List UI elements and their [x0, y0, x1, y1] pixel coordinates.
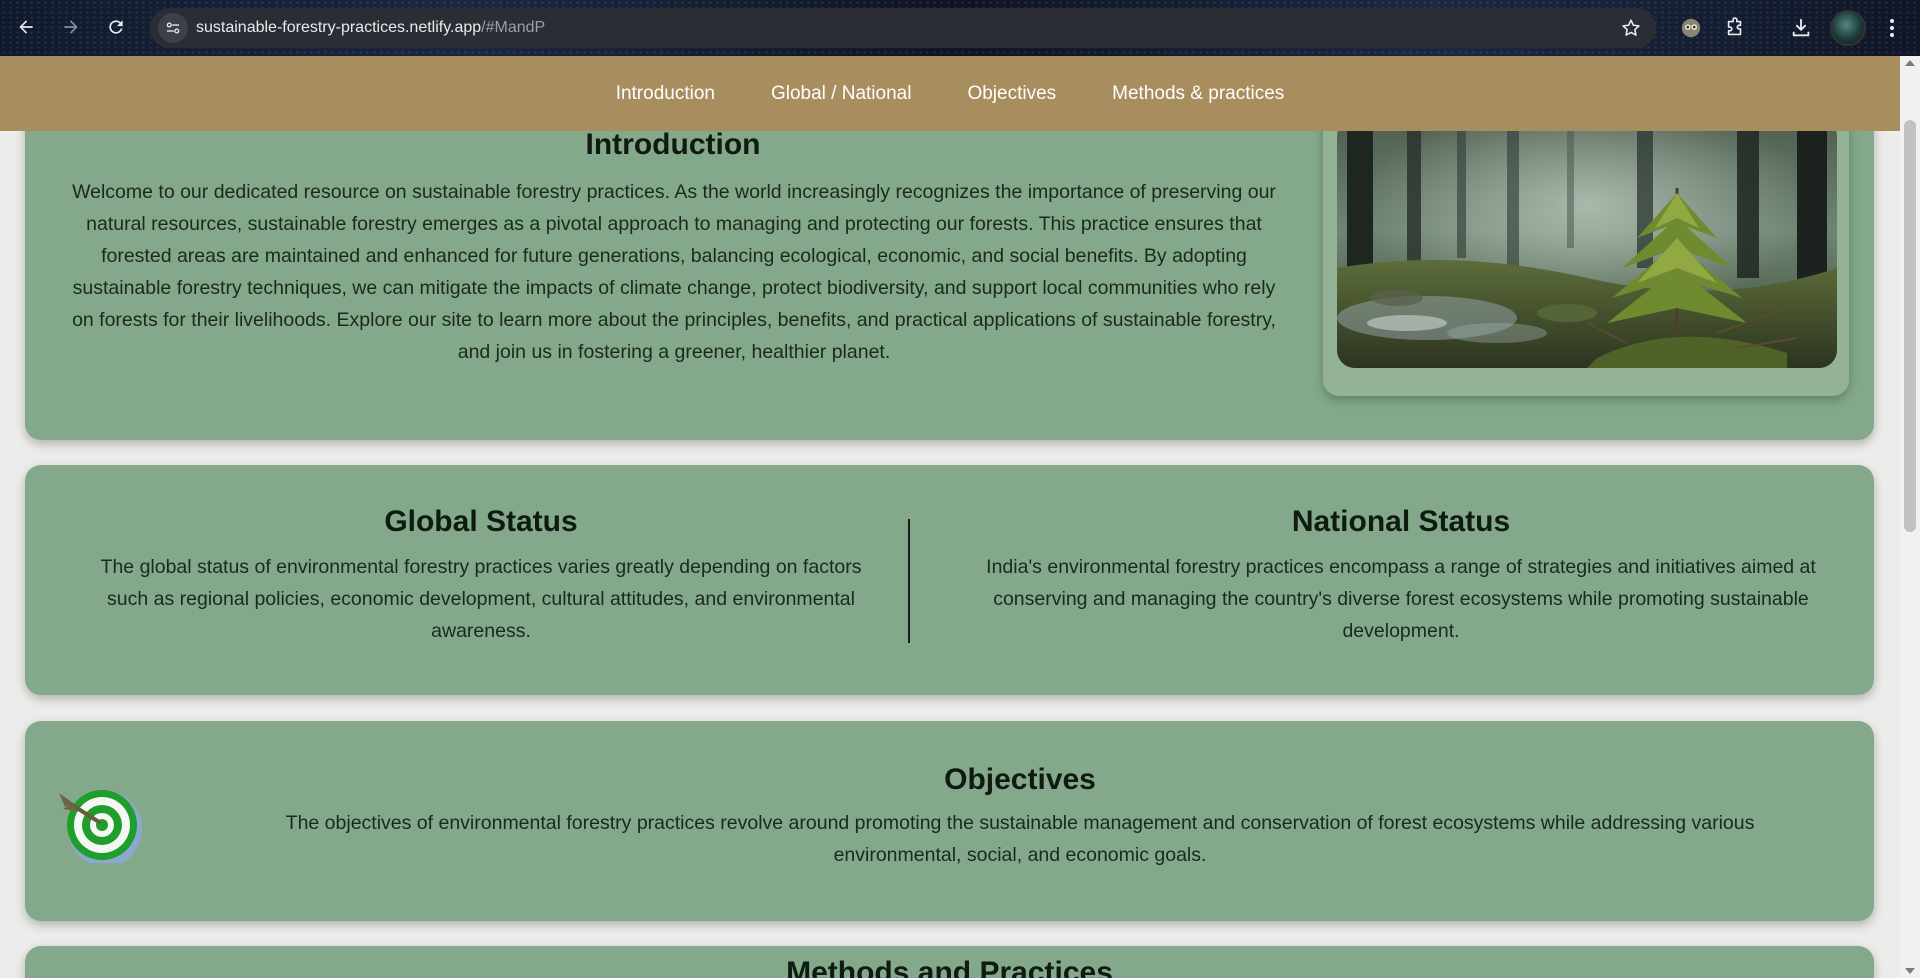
nav-introduction[interactable]: Introduction — [616, 83, 715, 105]
status-divider — [908, 519, 910, 643]
browser-toolbar: sustainable-forestry-practices.netlify.a… — [0, 0, 1920, 56]
reload-icon[interactable] — [98, 9, 134, 45]
url-text[interactable]: sustainable-forestry-practices.netlify.a… — [196, 19, 545, 37]
forward-icon[interactable] — [53, 9, 89, 45]
national-status-block: National Status India's environmental fo… — [955, 505, 1847, 647]
global-status-text: The global status of environmental fores… — [100, 556, 862, 642]
target-dart-icon — [59, 790, 142, 863]
objectives-title: Objectives — [944, 763, 1096, 796]
scroll-down-arrow-icon[interactable] — [1905, 968, 1915, 974]
nav-objectives[interactable]: Objectives — [967, 83, 1056, 105]
site-info-icon[interactable] — [158, 13, 188, 43]
back-icon[interactable] — [8, 9, 44, 45]
profile-avatar[interactable] — [1830, 10, 1866, 46]
scrollbar-thumb[interactable] — [1904, 120, 1916, 532]
introduction-section: Introduction Welcome to our dedicated re… — [25, 106, 1874, 440]
url-host: sustainable-forestry-practices.netlify.a… — [196, 19, 482, 36]
introduction-text: Welcome to our dedicated resource on sus… — [72, 181, 1276, 363]
extension-icon[interactable] — [1676, 13, 1706, 43]
objectives-text: The objectives of environmental forestry… — [285, 812, 1755, 866]
national-status-title: National Status — [1291, 505, 1511, 538]
intro-image-frame — [1323, 106, 1849, 396]
methods-title: Methods and Practices — [786, 956, 1113, 978]
page-scrollbar[interactable] — [1900, 56, 1920, 978]
nav-methods-practices[interactable]: Methods & practices — [1112, 83, 1284, 105]
site-navbar: Introduction Global / National Objective… — [0, 56, 1900, 131]
url-hash: /#MandP — [481, 19, 546, 36]
bookmark-star-icon[interactable] — [1620, 17, 1642, 39]
objectives-section: Objectives The objectives of environment… — [25, 721, 1874, 921]
global-status-title: Global Status — [384, 505, 578, 538]
introduction-title: Introduction — [585, 128, 761, 161]
national-status-text: India's environmental forestry practices… — [986, 556, 1816, 642]
download-icon[interactable] — [1786, 13, 1816, 43]
puzzle-icon[interactable] — [1720, 13, 1750, 43]
methods-section: Methods and Practices — [25, 946, 1874, 978]
more-menu-icon[interactable] — [1882, 14, 1902, 42]
global-status-block: Global Status The global status of envir… — [80, 505, 882, 647]
forest-seedling-photo — [1337, 118, 1837, 368]
global-national-section: Global Status The global status of envir… — [25, 465, 1874, 695]
page-viewport: Introduction Global / National Objective… — [0, 56, 1900, 978]
scroll-up-arrow-icon[interactable] — [1905, 60, 1915, 66]
address-bar[interactable]: sustainable-forestry-practices.netlify.a… — [150, 8, 1656, 48]
nav-global-national[interactable]: Global / National — [771, 83, 911, 105]
